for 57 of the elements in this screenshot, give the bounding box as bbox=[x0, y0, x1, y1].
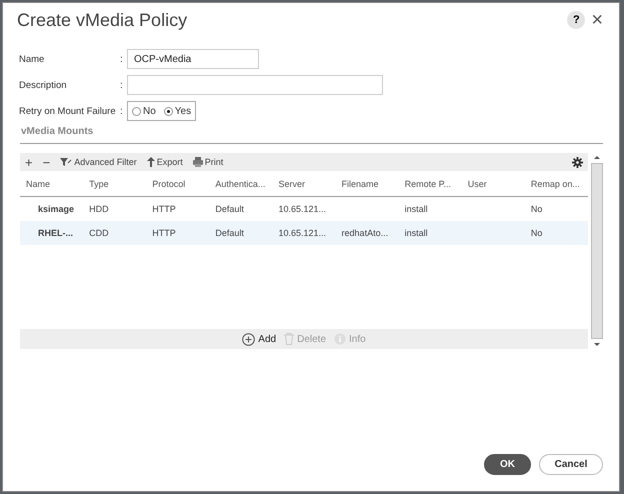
text-field[interactable] bbox=[127, 75, 383, 95]
column-header[interactable]: Remap on... bbox=[524, 171, 588, 196]
table-row[interactable]: ksimage HDD HTTP Default 10.65.121... install No bbox=[20, 196, 588, 221]
settings-icon[interactable] bbox=[572, 156, 583, 168]
toolbar-button[interactable]: + bbox=[25, 154, 33, 170]
table-cell: No bbox=[524, 196, 588, 221]
table-cell: HDD bbox=[83, 196, 146, 221]
table-cell: install bbox=[398, 196, 462, 221]
column-header[interactable]: User bbox=[462, 171, 525, 196]
table-cell: RHEL-... bbox=[20, 221, 84, 245]
field-label: Name bbox=[19, 54, 46, 64]
add-button[interactable]: Add bbox=[242, 332, 276, 346]
radio-button[interactable] bbox=[164, 106, 173, 116]
table-cell: 10.65.121... bbox=[272, 196, 336, 221]
table-cell: HTTP bbox=[146, 221, 210, 245]
column-header[interactable]: Server bbox=[272, 171, 336, 196]
radio-button[interactable] bbox=[132, 106, 141, 116]
plus-circle-icon bbox=[242, 332, 256, 346]
table-cell: Default bbox=[209, 221, 272, 245]
info-icon bbox=[334, 333, 346, 345]
column-header[interactable]: Remote P... bbox=[398, 171, 462, 196]
scrollbar[interactable] bbox=[591, 153, 603, 349]
filter-button[interactable]: Advanced Filter bbox=[60, 157, 137, 167]
arrow-up-icon bbox=[146, 157, 155, 167]
help-button[interactable]: ? bbox=[567, 11, 586, 29]
colon: : bbox=[120, 106, 124, 116]
column-header[interactable]: Name bbox=[20, 171, 84, 196]
column-header[interactable]: Type bbox=[83, 171, 146, 196]
column-header[interactable]: Protocol bbox=[146, 171, 210, 196]
radio-label[interactable]: Yes bbox=[174, 106, 192, 116]
field-label: Retry on Mount Failure bbox=[19, 106, 117, 116]
table-cell: No bbox=[524, 221, 588, 245]
cancel-button[interactable]: Cancel bbox=[539, 454, 603, 475]
print-button[interactable]: Print bbox=[192, 157, 224, 167]
radio-label[interactable]: No bbox=[143, 106, 156, 116]
text-field[interactable]: OCP-vMedia bbox=[127, 49, 259, 69]
close-button[interactable]: × bbox=[591, 10, 603, 30]
colon: : bbox=[120, 80, 124, 90]
section-title: vMedia Mounts bbox=[21, 126, 94, 139]
column-header[interactable]: Authentica... bbox=[209, 171, 272, 196]
ok-button[interactable]: OK bbox=[484, 454, 531, 475]
table-cell: HTTP bbox=[146, 196, 210, 221]
dialog-title: Create vMedia Policy bbox=[17, 10, 188, 30]
table-cell: redhatAto... bbox=[336, 221, 399, 245]
trash-icon bbox=[284, 333, 294, 345]
table-cell: install bbox=[398, 221, 462, 245]
table-cell: ksimage bbox=[20, 196, 84, 221]
field-label: Description bbox=[19, 80, 68, 90]
toolbar-button[interactable]: − bbox=[42, 154, 50, 170]
table-cell: 10.65.121... bbox=[272, 221, 336, 245]
colon: : bbox=[120, 54, 124, 64]
printer-icon bbox=[192, 157, 203, 167]
export-button[interactable]: Export bbox=[146, 157, 183, 167]
filter-icon bbox=[60, 157, 72, 167]
column-header[interactable]: Filename bbox=[336, 171, 399, 196]
table-cell: Default bbox=[209, 196, 272, 221]
table-cell: CDD bbox=[83, 221, 146, 245]
